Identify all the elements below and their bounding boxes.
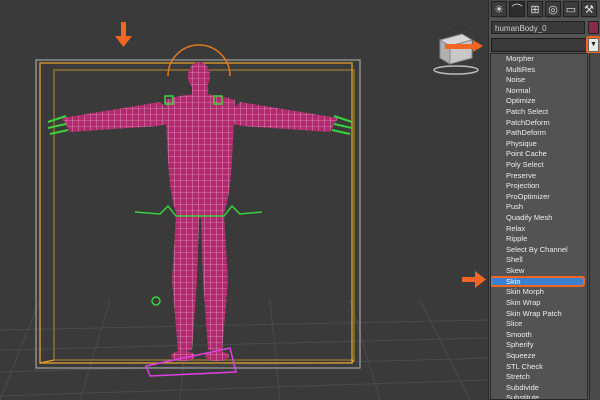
modifier-list-item[interactable]: Ripple: [491, 234, 587, 245]
modifier-list-item[interactable]: Squeeze: [491, 351, 587, 362]
modifier-list-item[interactable]: Noise: [491, 75, 587, 86]
object-name-field[interactable]: humanBody_0: [491, 21, 585, 34]
hierarchy-icon: ⊞: [530, 4, 540, 16]
modifier-list-item[interactable]: Skin: [491, 276, 585, 288]
modifier-list-item[interactable]: Projection: [491, 181, 587, 192]
modifier-list-dropdown[interactable]: [491, 38, 589, 52]
annotation-arrow-right-2: [445, 40, 483, 52]
annotation-highlight-dropdown: [586, 36, 600, 54]
modifier-list-scrollbar[interactable]: [589, 53, 600, 400]
hierarchy-tab[interactable]: ⊞: [527, 1, 543, 17]
display-icon: ▭: [565, 4, 577, 16]
motion-tab[interactable]: ◎: [545, 1, 561, 17]
modifier-list-item[interactable]: Subdivide: [491, 383, 587, 394]
modifier-list-item[interactable]: Skin Morph: [491, 287, 587, 298]
modifier-list-item[interactable]: Morpher: [491, 54, 587, 65]
modifier-list-item[interactable]: PatchDeform: [491, 118, 587, 129]
modifier-list-item[interactable]: Stretch: [491, 372, 587, 383]
modifier-list-item[interactable]: Normal: [491, 86, 587, 97]
modifier-list-item[interactable]: Physique: [491, 139, 587, 150]
modifier-list-item[interactable]: Optimize: [491, 96, 587, 107]
modifier-list-item[interactable]: Preserve: [491, 171, 587, 182]
annotation-arrow-down: [115, 22, 132, 47]
modifier-list-item[interactable]: Substitute: [491, 393, 587, 399]
utilities-tab[interactable]: ⚒: [581, 1, 597, 17]
viewcube-icon: [433, 33, 479, 75]
utilities-icon: ⚒: [584, 4, 594, 16]
modifier-list-item[interactable]: PathDeform: [491, 128, 587, 139]
modifier-list-item[interactable]: Patch Select: [491, 107, 587, 118]
character-mesh: [62, 62, 338, 361]
modifier-list-item[interactable]: Point Cache: [491, 149, 587, 160]
modifier-list[interactable]: Morpher MultiRes Noise Normal Optimize Patch …: [490, 53, 588, 400]
annotation-arrow-right: [462, 271, 486, 288]
modifier-list-item[interactable]: Push: [491, 202, 587, 213]
curve-icon: ⌒: [511, 4, 523, 16]
modifier-list-item[interactable]: Select By Channel: [491, 245, 587, 256]
modifier-list-item[interactable]: MultiRes: [491, 65, 587, 76]
ground-grid: [0, 299, 488, 400]
modifier-list-item[interactable]: STL Check: [491, 362, 587, 373]
modifier-list-item[interactable]: Skin Wrap Patch: [491, 309, 587, 320]
create-tab[interactable]: ☀: [491, 1, 507, 17]
modifier-list-item[interactable]: Relax: [491, 224, 587, 235]
motion-icon: ◎: [548, 4, 558, 16]
modifier-list-item[interactable]: Quadify Mesh: [491, 213, 587, 224]
modifier-list-item[interactable]: Smooth: [491, 330, 587, 341]
display-tab[interactable]: ▭: [563, 1, 579, 17]
modifier-list-item[interactable]: Skin Wrap: [491, 298, 587, 309]
command-panel: ☀ ⌒ ⊞ ◎ ▭ ⚒ humanBody_0 ▼ Morpher MultiRe…: [445, 0, 600, 400]
viewcube-label: FRONT: [451, 26, 468, 32]
modifier-list-item[interactable]: Skew: [491, 266, 587, 277]
scene-canvas[interactable]: FRONT: [0, 0, 488, 400]
modifier-list-item[interactable]: Shell: [491, 255, 587, 266]
modifier-list-item[interactable]: Slice: [491, 319, 587, 330]
viewport[interactable]: FRONT: [0, 0, 488, 400]
command-panel-tabs: ☀ ⌒ ⊞ ◎ ▭ ⚒: [489, 0, 600, 18]
modifier-list-item[interactable]: Spherify: [491, 340, 587, 351]
modifier-list-item[interactable]: ProOptimizer: [491, 192, 587, 203]
object-color-swatch[interactable]: [588, 21, 599, 34]
sun-icon: ☀: [494, 4, 504, 16]
modify-tab[interactable]: ⌒: [509, 1, 525, 17]
modifier-list-item[interactable]: Poly Select: [491, 160, 587, 171]
